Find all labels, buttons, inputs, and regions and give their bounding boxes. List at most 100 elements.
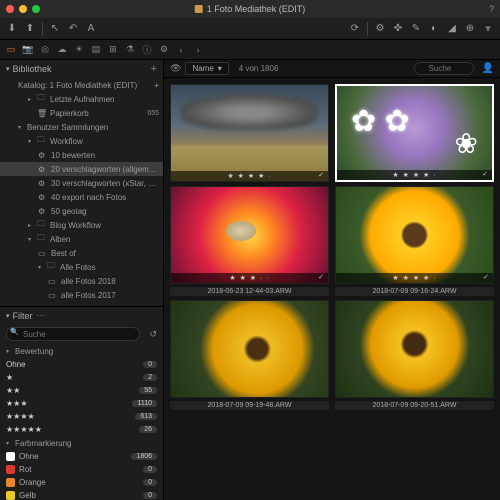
lens-icon[interactable]: ◎ xyxy=(38,43,52,57)
disclosure-icon[interactable]: ▸ xyxy=(28,222,34,229)
add-icon[interactable]: + xyxy=(151,63,157,75)
cursor-tool-icon[interactable]: ↖ xyxy=(47,21,63,37)
rating-filter-row[interactable]: ★2 xyxy=(0,371,163,384)
color-label-header[interactable]: ▾ Farbmarkierung xyxy=(0,436,163,450)
trash-row[interactable]: 🗑 Papierkorb 655 xyxy=(0,106,163,120)
thumbnail-cell[interactable]: ★ ★ ★ ★ ·✓ xyxy=(335,84,494,182)
rating-filter-row[interactable]: ★★★1110 xyxy=(0,397,163,410)
filter-search-input[interactable] xyxy=(6,327,140,341)
output-icon[interactable]: ⚙ xyxy=(157,43,171,57)
adjust-icon[interactable]: ⚗ xyxy=(123,43,137,57)
nav-prev-icon[interactable]: ‹ xyxy=(174,43,188,57)
user-collections-row[interactable]: ▾ Benutzer Sammlungen xyxy=(0,120,163,134)
album-icon: ▭ xyxy=(48,277,58,286)
thumbnail-image[interactable] xyxy=(335,300,494,398)
brush-tool-icon[interactable]: ✎ xyxy=(408,21,424,37)
albums-folder[interactable]: ▾ 🗀 Alben xyxy=(0,232,163,246)
disclosure-icon[interactable]: ▾ xyxy=(6,65,10,73)
disclosure-icon[interactable]: ▾ xyxy=(6,312,10,320)
thumbnail-cell[interactable]: ★ ★ ★ · ·✓ 2018-06-23 12-44-03.ARW xyxy=(170,186,329,296)
thumbnail-image[interactable] xyxy=(170,300,329,398)
thumbnail-cell[interactable]: ★ ★ ★ ★ ·✓2018-07-09 09-16-24.ARW xyxy=(335,186,494,296)
gradient-tool-icon[interactable]: ◢ xyxy=(444,21,460,37)
folder-icon: 🗀 xyxy=(37,232,47,246)
smart-album[interactable]: ⚙30 verschlagworten (xStar, 500px, Cop… xyxy=(0,176,163,190)
filter-reset-icon[interactable]: ↺ xyxy=(149,329,157,340)
thumbnail-cell[interactable]: 2018-07-09 09-19-48.ARW xyxy=(170,300,329,410)
undo-icon[interactable]: ↶ xyxy=(65,21,81,37)
library-section-header[interactable]: ▾ Bibliothek + xyxy=(0,60,163,78)
export-icon[interactable]: ⬆ xyxy=(22,21,38,37)
color-icon[interactable]: ☁ xyxy=(55,43,69,57)
library-label: Bibliothek xyxy=(13,64,52,74)
rating-header[interactable]: ▾ Bewertung xyxy=(0,344,163,358)
tether-tab-icon[interactable]: 📷 xyxy=(21,43,35,57)
disclosure-icon[interactable]: ▾ xyxy=(38,264,44,271)
sort-dropdown[interactable]: Name ▾ xyxy=(185,62,228,75)
smart-album[interactable]: ⚙10 bewerten xyxy=(0,148,163,162)
browser-search-input[interactable] xyxy=(414,62,474,75)
thumbnail-filename: 2018-07-09 09-19-48.ARW xyxy=(170,401,329,410)
rating-filter-row[interactable]: ★★★★★26 xyxy=(0,423,163,436)
rating-filter-row[interactable]: ★★55 xyxy=(0,384,163,397)
thumbnail-image[interactable]: ★ ★ ★ ★ ·✓ xyxy=(335,186,494,284)
selection-counter: 4 von 1806 xyxy=(239,64,279,73)
rating-filter-row[interactable]: Ohne0 xyxy=(0,358,163,371)
workflow-folder[interactable]: ▾ 🗀 Workflow xyxy=(0,134,163,148)
text-tool-icon[interactable]: A xyxy=(83,21,99,37)
details-icon[interactable]: ⊞ xyxy=(106,43,120,57)
library-tab-icon[interactable]: ▭ xyxy=(4,43,18,57)
erase-tool-icon[interactable]: ◐ xyxy=(426,21,442,37)
color-filter-row[interactable]: Gelb0 xyxy=(0,489,163,500)
nav-next-icon[interactable]: › xyxy=(191,43,205,57)
album-row[interactable]: ▭Best of xyxy=(0,246,163,260)
import-icon[interactable]: ⬇ xyxy=(4,21,20,37)
color-filter-row[interactable]: Ohne1806 xyxy=(0,450,163,463)
blog-workflow-folder[interactable]: ▸ 🗀 Blog Workflow xyxy=(0,218,163,232)
color-chip xyxy=(6,491,15,500)
levels-icon[interactable]: ▤ xyxy=(89,43,103,57)
disclosure-icon[interactable]: ▾ xyxy=(28,138,34,145)
album-row[interactable]: ▭alle Fotos 2017 xyxy=(0,288,163,302)
smart-album[interactable]: ⚙20 verschlagworten (allgemein) xyxy=(0,162,163,176)
close-window-button[interactable] xyxy=(6,5,14,13)
user-icon[interactable]: 👤 xyxy=(482,63,494,74)
all-photos-folder[interactable]: ▾ 🗀 Alle Fotos xyxy=(0,260,163,274)
thumbnail-image[interactable]: ★ ★ ★ ★ ·✓ xyxy=(335,84,494,182)
exposure-icon[interactable]: ☀ xyxy=(72,43,86,57)
more-tools-icon[interactable]: ▾ xyxy=(480,21,496,37)
disclosure-icon[interactable]: ▾ xyxy=(18,124,24,131)
album-row[interactable]: ▭alle Fotos 2018 xyxy=(0,274,163,288)
filter-section-header[interactable]: ▾ Filter ⋯ xyxy=(0,306,163,324)
thumbnail-cell[interactable]: ★ ★ ★ ★ ·✓ xyxy=(170,84,329,182)
color-filter-row[interactable]: Rot0 xyxy=(0,463,163,476)
color-chip xyxy=(6,465,15,474)
thumbnail-image[interactable]: ★ ★ ★ · ·✓ xyxy=(170,186,329,284)
auto-adjust-icon[interactable]: ⚙ xyxy=(372,21,388,37)
view-mode-icon[interactable]: 👁 xyxy=(170,63,181,74)
smart-album[interactable]: ⚙50 geotag xyxy=(0,204,163,218)
rating-count: 1110 xyxy=(132,400,157,407)
recent-captures-row[interactable]: ▸ 🗀 Letzte Aufnahmen xyxy=(0,92,163,106)
disclosure-icon[interactable]: ▾ xyxy=(6,348,12,355)
metadata-icon[interactable]: ⓘ xyxy=(140,43,154,57)
help-icon[interactable]: ? xyxy=(489,4,494,14)
smart-album[interactable]: ⚙40 export nach Fotos xyxy=(0,190,163,204)
rating-count: 613 xyxy=(135,413,157,420)
thumbnail-image[interactable]: ★ ★ ★ ★ ·✓ xyxy=(170,84,329,182)
disclosure-icon[interactable]: ▾ xyxy=(6,440,12,447)
rotate-icon[interactable]: ⟳ xyxy=(347,21,363,37)
heal-tool-icon[interactable]: ⊕ xyxy=(462,21,478,37)
color-name: Orange xyxy=(19,478,139,487)
rating-filter-row[interactable]: ★★★★613 xyxy=(0,410,163,423)
thumbnail-filename: 2018-06-23 12-44-03.ARW xyxy=(170,287,329,296)
thumbnail-cell[interactable]: 2018-07-09 09-20-51.ARW xyxy=(335,300,494,410)
minimize-window-button[interactable] xyxy=(19,5,27,13)
filter-options-icon[interactable]: ⋯ xyxy=(37,310,46,321)
crop-tool-icon[interactable]: ✜ xyxy=(390,21,406,37)
zoom-window-button[interactable] xyxy=(32,5,40,13)
color-filter-row[interactable]: Orange0 xyxy=(0,476,163,489)
catalog-row[interactable]: Katalog: 1 Foto Mediathek (EDIT) + xyxy=(0,78,163,92)
add-icon[interactable]: + xyxy=(154,81,159,90)
disclosure-icon[interactable]: ▾ xyxy=(28,236,34,243)
